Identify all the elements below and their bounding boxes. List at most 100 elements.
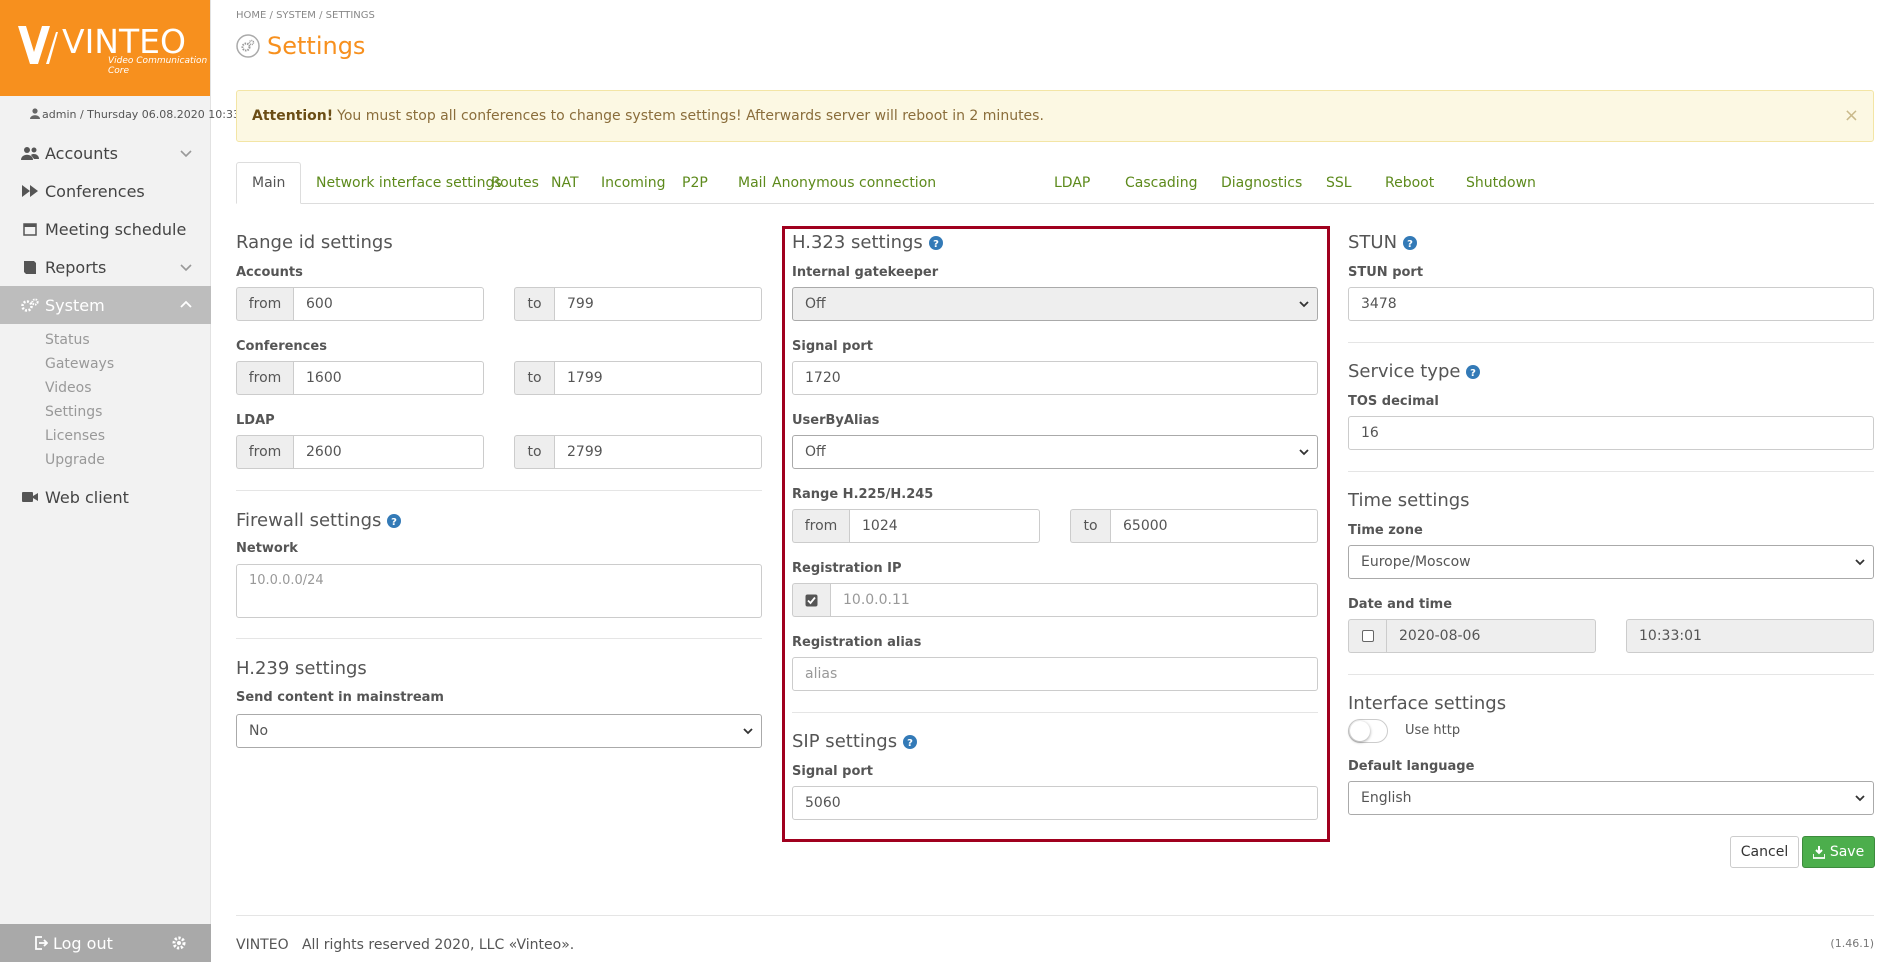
h323-signal-port-label: Signal port	[792, 339, 873, 354]
chevron-down-icon	[180, 264, 192, 272]
tab-anonymous-connection[interactable]: Anonymous connection	[757, 162, 951, 204]
video-camera-icon	[20, 489, 40, 505]
stun-port-input[interactable]: 3478	[1348, 287, 1874, 321]
service-type-title: Service type ?	[1348, 361, 1481, 382]
sidebar-subitem-upgrade[interactable]: Upgrade	[45, 452, 105, 468]
tab-ssl[interactable]: SSL	[1311, 162, 1367, 204]
range-h225-from-group: from 1024	[792, 509, 1040, 543]
help-icon[interactable]: ?	[928, 235, 943, 250]
sidebar-item-accounts[interactable]: Accounts	[0, 134, 211, 172]
page-title: Settings	[267, 32, 366, 60]
stun-title-text: STUN	[1348, 232, 1398, 253]
save-button[interactable]: Save	[1802, 836, 1875, 868]
tos-input[interactable]: 16	[1348, 416, 1874, 450]
time-zone-label: Time zone	[1348, 523, 1423, 538]
to-addon: to	[514, 361, 554, 395]
default-language-select[interactable]: English	[1348, 781, 1874, 815]
ldap-label: LDAP	[236, 413, 275, 428]
sidebar-item-reports[interactable]: Reports	[0, 248, 211, 286]
sign-out-icon	[35, 936, 48, 950]
h239-title: H.239 settings	[236, 658, 367, 679]
date-input[interactable]: 2020-08-06	[1386, 619, 1596, 653]
h323-signal-port-input[interactable]: 1720	[792, 361, 1318, 395]
send-content-value: No	[249, 723, 269, 739]
use-http-toggle[interactable]	[1348, 719, 1388, 743]
ldap-to-input[interactable]: 2799	[554, 435, 762, 469]
ldap-from-input[interactable]: 2600	[293, 435, 484, 469]
time-title: Time settings	[1348, 490, 1470, 511]
registration-alias-input[interactable]: alias	[792, 657, 1318, 691]
time-zone-value: Europe/Moscow	[1361, 554, 1471, 570]
sidebar-subitem-licenses[interactable]: Licenses	[45, 428, 105, 444]
help-icon[interactable]: ?	[1403, 235, 1418, 250]
sidebar-item-system[interactable]: System	[0, 286, 211, 324]
logout-label: Log out	[53, 933, 113, 953]
registration-ip-input[interactable]: 10.0.0.11	[830, 583, 1318, 617]
divider	[1348, 471, 1874, 472]
attention-alert: Attention! You must stop all conferences…	[236, 90, 1874, 142]
accounts-from-input[interactable]: 600	[293, 287, 484, 321]
tab-shutdown[interactable]: Shutdown	[1451, 162, 1551, 204]
gatekeeper-select[interactable]: Off	[792, 287, 1318, 321]
footer-divider	[236, 915, 1874, 916]
help-icon[interactable]: ?	[387, 513, 402, 528]
firewall-title-text: Firewall settings	[236, 510, 382, 531]
chevron-down-icon	[1299, 449, 1309, 456]
conferences-from-input[interactable]: 1600	[293, 361, 484, 395]
gear-icon[interactable]	[171, 935, 187, 951]
tos-label: TOS decimal	[1348, 394, 1439, 409]
tab-reboot[interactable]: Reboot	[1370, 162, 1449, 204]
chevron-down-icon	[1855, 795, 1865, 802]
sidebar-subitem-gateways[interactable]: Gateways	[45, 356, 114, 372]
default-language-label: Default language	[1348, 759, 1475, 774]
users-icon	[20, 145, 40, 161]
conferences-to-input[interactable]: 1799	[554, 361, 762, 395]
send-content-label: Send content in mainstream	[236, 690, 444, 705]
divider	[236, 490, 762, 491]
time-input[interactable]: 10:33:01	[1626, 619, 1874, 653]
registration-ip-checkbox[interactable]	[792, 583, 830, 617]
from-addon: from	[236, 361, 293, 395]
tab-nat[interactable]: NAT	[536, 162, 594, 204]
range-h225-to-input[interactable]: 65000	[1110, 509, 1318, 543]
to-addon: to	[1070, 509, 1110, 543]
tab-cascading[interactable]: Cascading	[1110, 162, 1212, 204]
sidebar-item-label: Accounts	[45, 143, 118, 163]
userbyalias-select[interactable]: Off	[792, 435, 1318, 469]
from-addon: from	[792, 509, 849, 543]
range-h225-from-input[interactable]: 1024	[849, 509, 1040, 543]
cancel-button[interactable]: Cancel	[1730, 836, 1799, 868]
h323-title-text: H.323 settings	[792, 232, 923, 253]
sip-signal-port-input[interactable]: 5060	[792, 786, 1318, 820]
sidebar-subitem-settings[interactable]: Settings	[45, 404, 102, 420]
sidebar-subitem-videos[interactable]: Videos	[45, 380, 92, 396]
sidebar-item-meeting-schedule[interactable]: Meeting schedule	[0, 210, 211, 248]
tab-diagnostics[interactable]: Diagnostics	[1206, 162, 1317, 204]
sidebar-item-conferences[interactable]: Conferences	[0, 172, 211, 210]
gears-icon	[20, 297, 40, 313]
userbyalias-value: Off	[805, 444, 826, 460]
date-checkbox[interactable]	[1348, 619, 1386, 653]
tab-ldap[interactable]: LDAP	[1039, 162, 1105, 204]
network-textarea[interactable]: 10.0.0.0/24	[236, 564, 762, 618]
logout-button[interactable]: Log out	[34, 934, 113, 953]
network-label: Network	[236, 541, 298, 556]
conferences-from-group: from 1600	[236, 361, 484, 395]
registration-alias-label: Registration alias	[792, 635, 922, 650]
logout-bar: Log out	[0, 924, 211, 962]
close-icon[interactable]: ×	[1844, 105, 1859, 126]
accounts-to-input[interactable]: 799	[554, 287, 762, 321]
date-time-label: Date and time	[1348, 597, 1453, 612]
logo[interactable]: VINTEO Video Communication Core	[0, 0, 210, 96]
firewall-title: Firewall settings ?	[236, 510, 402, 531]
time-zone-select[interactable]: Europe/Moscow	[1348, 545, 1874, 579]
tab-p2p[interactable]: P2P	[667, 162, 723, 204]
help-icon[interactable]: ?	[1466, 364, 1481, 379]
play-icon	[20, 183, 40, 199]
tab-main[interactable]: Main	[236, 162, 302, 204]
help-icon[interactable]: ?	[903, 734, 918, 749]
sidebar-subitem-status[interactable]: Status	[45, 332, 90, 348]
send-content-select[interactable]: No	[236, 714, 762, 748]
sidebar-item-web-client[interactable]: Web client	[0, 478, 211, 516]
user-icon	[30, 108, 40, 119]
